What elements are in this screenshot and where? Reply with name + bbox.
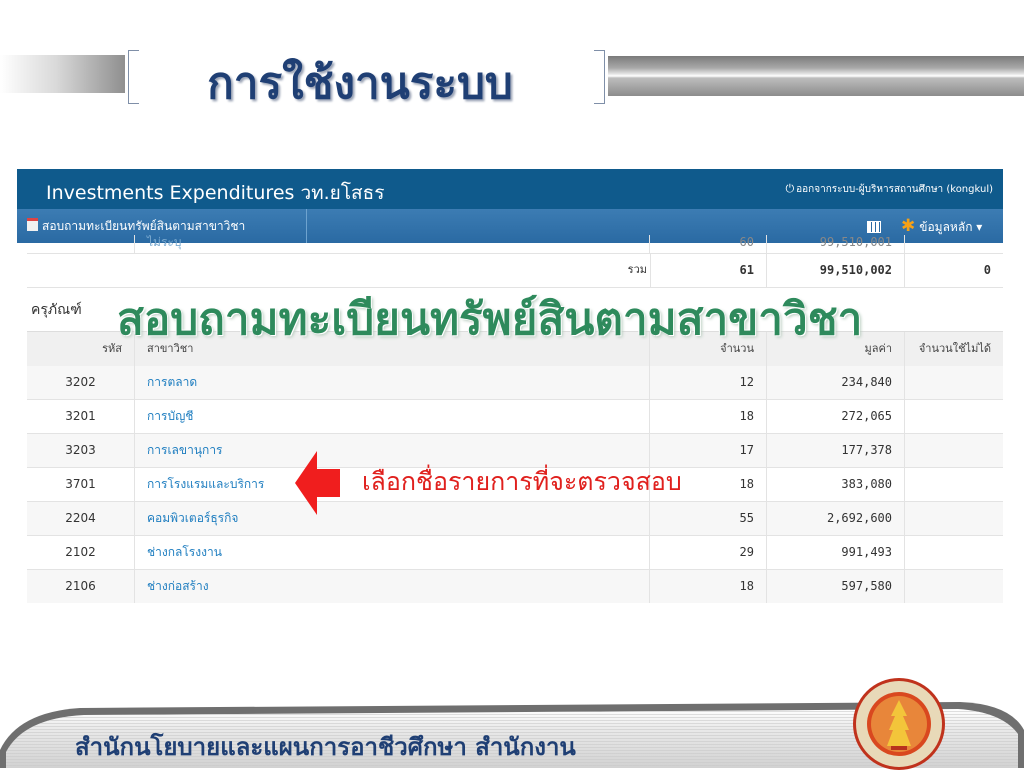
- cell-name-link[interactable]: คอมพิวเตอร์ธุรกิจ: [135, 502, 650, 535]
- cell-value: 99,510,001: [767, 235, 905, 253]
- cell-value: 383,080: [767, 468, 905, 501]
- total-count: 61: [650, 253, 767, 287]
- cell-broken: [905, 235, 1003, 253]
- overlay-heading: สอบถามทะเบียนทรัพย์สินตามสาขาวิชา: [117, 294, 863, 345]
- cell-broken: [905, 434, 1003, 467]
- cell-name-link[interactable]: ช่างก่อสร้าง: [135, 570, 650, 603]
- table-row: 3201 การบัญชี 18 272,065: [27, 400, 1003, 434]
- red-arrow-icon: [295, 451, 340, 515]
- total-row: รวม 61 99,510,002 0: [27, 253, 1003, 288]
- cell-code: 3202: [27, 366, 135, 399]
- cell-value: 991,493: [767, 536, 905, 569]
- cell-count: 18: [650, 570, 767, 603]
- app-header: Investments Expenditures วท.ยโสธร ⏻ ออกจา…: [17, 169, 1003, 209]
- cell-name-link[interactable]: ช่างกลโรงงาน: [135, 536, 650, 569]
- total-label: รวม: [627, 263, 647, 276]
- logout-link[interactable]: ⏻ ออกจากระบบ-ผู้บริหารสถานศึกษา (kongkul): [785, 182, 993, 197]
- cell-name-link[interactable]: การตลาด: [135, 366, 650, 399]
- title-bracket-right: [594, 50, 605, 104]
- cell-count: 12: [650, 366, 767, 399]
- cell-name[interactable]: ไม่ระบุ: [135, 235, 650, 253]
- cell-broken: [905, 536, 1003, 569]
- app-screenshot: Investments Expenditures วท.ยโสธร ⏻ ออกจา…: [17, 169, 1003, 603]
- grid-view-icon[interactable]: [867, 221, 881, 233]
- header-broken: จำนวนใช้ไม่ได้: [918, 342, 991, 355]
- cell-code: [27, 235, 135, 253]
- cell-broken: [905, 400, 1003, 433]
- cell-code: 2102: [27, 536, 135, 569]
- cell-name-link[interactable]: การบัญชี: [135, 400, 650, 433]
- header-gradient-bar-right: [608, 56, 1024, 96]
- table-row: ไม่ระบุ 60 99,510,001: [27, 235, 1003, 254]
- app-title: Investments Expenditures วท.ยโสธร: [46, 182, 385, 204]
- cell-value: 597,580: [767, 570, 905, 603]
- table-row: 2204 คอมพิวเตอร์ธุรกิจ 55 2,692,600: [27, 502, 1003, 536]
- cell-broken: [905, 570, 1003, 603]
- power-icon: ⏻: [785, 182, 795, 195]
- cell-code: 3201: [27, 400, 135, 433]
- logout-label: ออกจากระบบ-ผู้บริหารสถานศึกษา (kongkul): [796, 184, 993, 195]
- cell-value: 234,840: [767, 366, 905, 399]
- table-row: 3202 การตลาด 12 234,840: [27, 366, 1003, 400]
- table-row: 2102 ช่างกลโรงงาน 29 991,493: [27, 536, 1003, 570]
- cell-value: 177,378: [767, 434, 905, 467]
- instruction-text: เลือกชื่อรายการที่จะตรวจสอบ: [362, 467, 682, 496]
- cell-broken: [905, 468, 1003, 501]
- cell-code: 3701: [27, 468, 135, 501]
- cell-value: 2,692,600: [767, 502, 905, 535]
- cell-broken: [905, 502, 1003, 535]
- table-row: 2106 ช่างก่อสร้าง 18 597,580: [27, 570, 1003, 603]
- title-bracket-left: [128, 50, 139, 104]
- asterisk-icon: ✱: [901, 216, 916, 236]
- main-menu-label: ข้อมูลหลัก: [919, 220, 973, 234]
- total-value: 99,510,002: [767, 253, 905, 287]
- cell-code: 2106: [27, 570, 135, 603]
- cell-code: 3203: [27, 434, 135, 467]
- vocational-education-seal-logo: [853, 678, 945, 770]
- cell-code: 2204: [27, 502, 135, 535]
- cell-count: 55: [650, 502, 767, 535]
- slide-title: การใช้งานระบบ: [207, 58, 513, 109]
- tab-label: สอบถามทะเบียนทรัพย์สินตามสาขาวิชา: [42, 219, 246, 233]
- section-title: ครุภัณฑ์: [31, 302, 82, 318]
- header-gradient-bar-left: [0, 55, 125, 93]
- cell-count: 18: [650, 400, 767, 433]
- cell-count: 29: [650, 536, 767, 569]
- total-broken: 0: [983, 263, 991, 277]
- table-icon: [27, 218, 38, 231]
- cell-value: 272,065: [767, 400, 905, 433]
- cell-broken: [905, 366, 1003, 399]
- footer-text: สำนักนโยบายและแผนการอาชีวศึกษา สำนักงาน: [75, 733, 576, 761]
- caret-down-icon: ▾: [972, 220, 983, 234]
- cell-count: 60: [650, 235, 767, 253]
